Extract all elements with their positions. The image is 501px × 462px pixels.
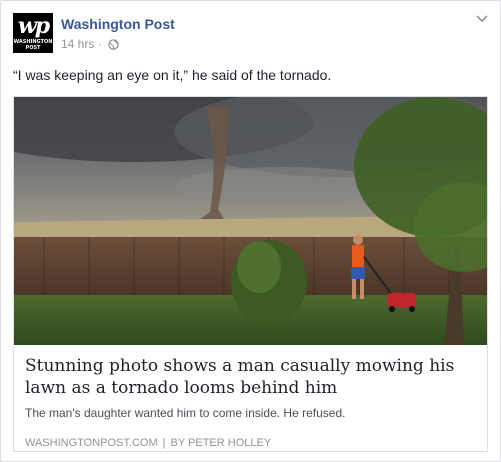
- tornado-lawn-photo[interactable]: [14, 97, 488, 345]
- logo-mark: wp: [17, 13, 50, 39]
- link-description: The man's daughter wanted him to come in…: [25, 406, 346, 420]
- meta-separator: ·: [97, 37, 102, 51]
- logo-text-line2: POST: [25, 45, 41, 51]
- page-name-link[interactable]: Washington Post: [61, 16, 175, 32]
- link-preview-card[interactable]: Stunning photo shows a man casually mowi…: [13, 96, 488, 452]
- link-author[interactable]: BY PETER HOLLEY: [170, 437, 271, 449]
- link-source: WASHINGTONPOST.COM | BY PETER HOLLEY: [25, 437, 271, 449]
- chevron-down-icon[interactable]: [476, 15, 488, 23]
- link-domain: WASHINGTONPOST.COM: [25, 437, 158, 449]
- post-meta: 14 hrs ·: [61, 37, 119, 51]
- post-text: “I was keeping an eye on it,” he said of…: [13, 67, 332, 83]
- post-timestamp[interactable]: 14 hrs: [61, 37, 94, 51]
- page-avatar[interactable]: wp WASHINGTON POST: [13, 13, 53, 53]
- globe-icon[interactable]: [108, 39, 119, 50]
- source-separator: |: [162, 437, 166, 449]
- post-card: wp WASHINGTON POST Washington Post 14 hr…: [0, 0, 501, 462]
- link-title[interactable]: Stunning photo shows a man casually mowi…: [25, 355, 480, 399]
- logo-text: WASHINGTON POST: [13, 39, 53, 51]
